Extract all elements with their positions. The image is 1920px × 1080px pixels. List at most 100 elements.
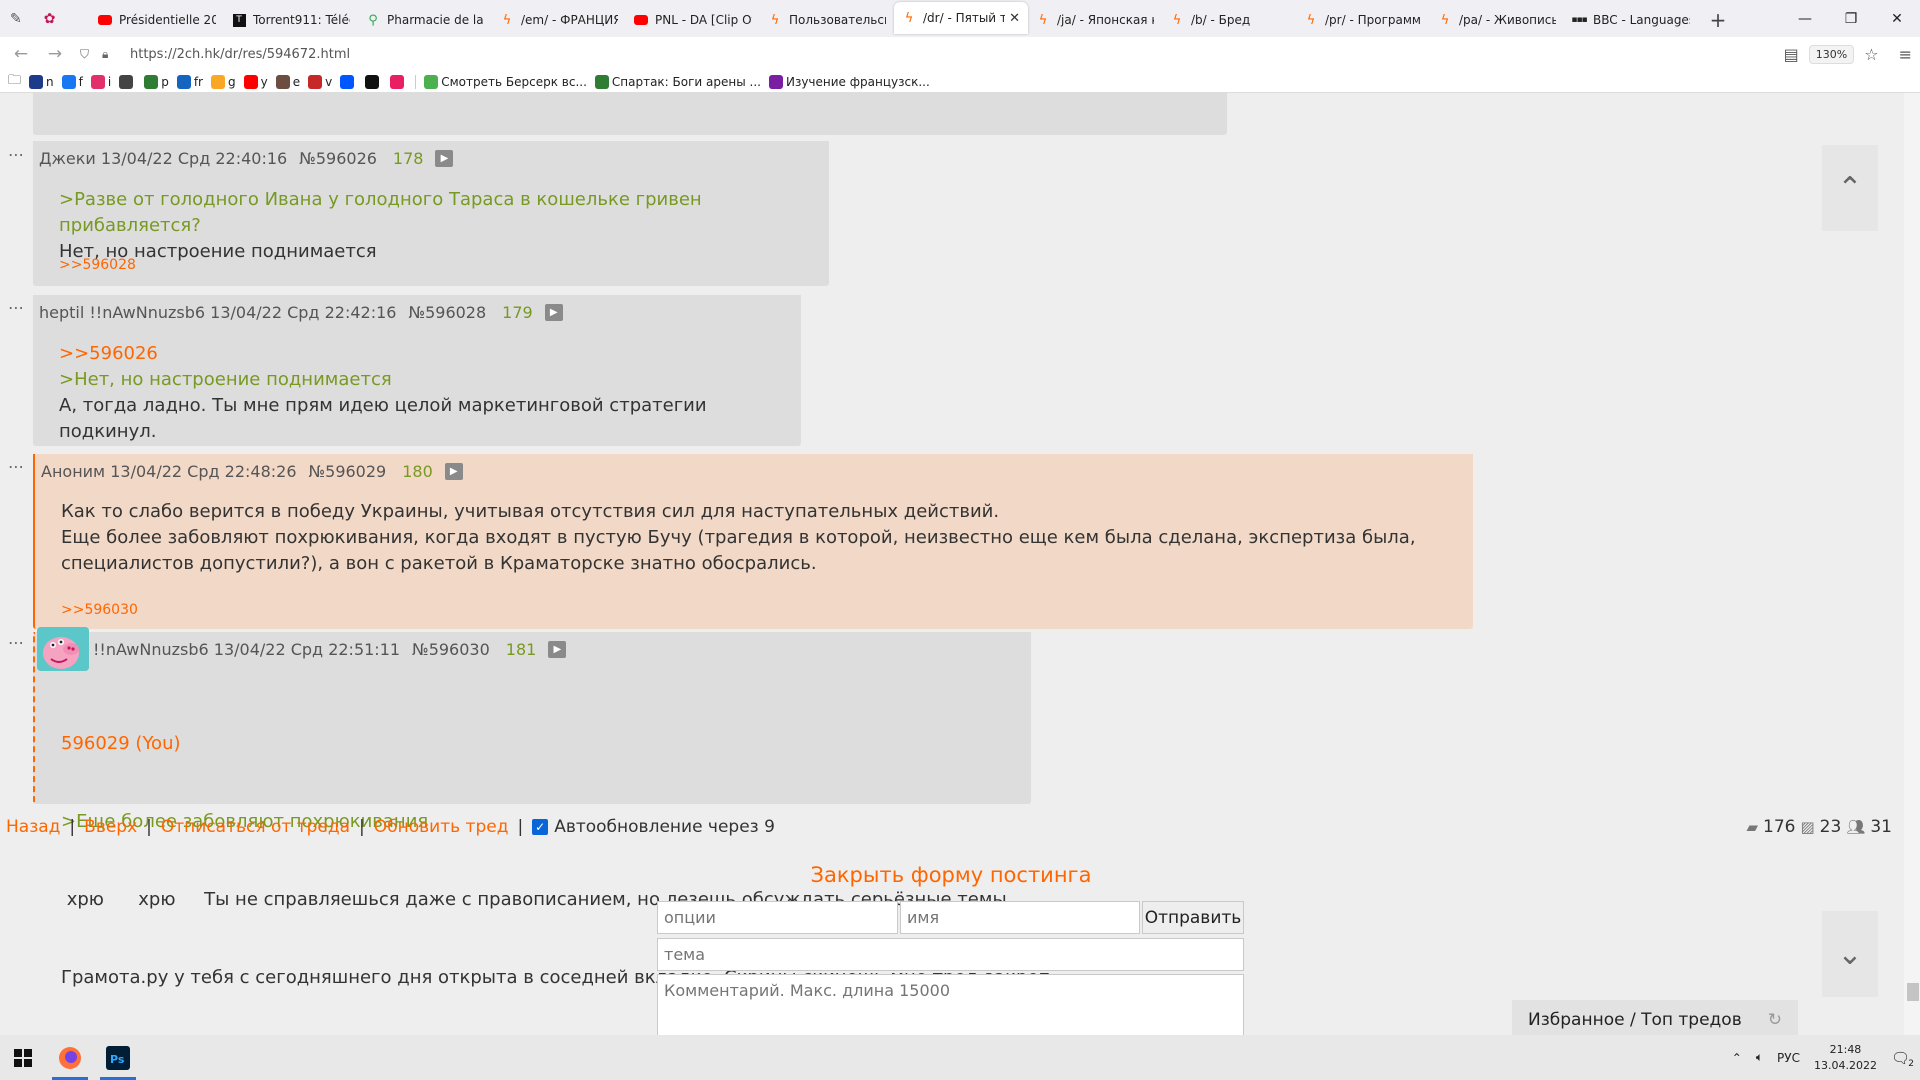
bookmark-item[interactable]: Изучение французск... <box>768 74 930 89</box>
post-number[interactable]: №596028 <box>408 303 486 322</box>
browser-tab[interactable]: ϟ Пользовательск <box>760 3 894 37</box>
browser-tab[interactable]: ϟ/ja/ - Японская к <box>1028 3 1162 37</box>
refresh-icon[interactable]: ↻ <box>1768 1010 1782 1030</box>
play-icon[interactable]: ▶ <box>444 463 463 480</box>
bookmark-item[interactable] <box>365 74 382 89</box>
bookmark-item[interactable]: n <box>29 74 54 89</box>
bookmark-label: f <box>78 74 83 89</box>
scrollbar-thumb[interactable] <box>1907 983 1919 1001</box>
favorites-panel-button[interactable]: Избранное / Топ тредов ↻ <box>1512 1000 1798 1035</box>
back-arrow-icon[interactable]: ← <box>8 41 34 67</box>
send-button[interactable]: Отправить <box>1142 901 1244 934</box>
post-menu-icon[interactable]: ⋯ <box>8 145 25 164</box>
firefox-taskbar-button[interactable] <box>46 1035 94 1080</box>
comment-textarea[interactable] <box>657 974 1244 1035</box>
images-count-icon: ▨ <box>1800 818 1815 836</box>
unsubscribe-link[interactable]: Отписаться от треда <box>161 817 350 837</box>
menu-icon[interactable]: ≡ <box>1899 45 1912 64</box>
tab-title: /ja/ - Японская к <box>1057 13 1154 27</box>
folder-icon[interactable]: 🗀︎ <box>8 71 21 93</box>
auto-update-checkbox[interactable]: ✓ <box>532 819 549 835</box>
quote-link[interactable]: >>596026 <box>59 341 801 367</box>
browser-tab[interactable]: PNL - DA [Clip Of <box>626 3 760 37</box>
clock[interactable]: 21:48 13.04.2022 <box>1814 1042 1877 1074</box>
scroll-up-button[interactable]: ⌃ <box>1822 145 1878 231</box>
post-header: Аноним 13/04/22 Срд 22:48:26 №596029 180… <box>41 462 463 481</box>
browser-tab[interactable]: ⚲ Pharmacie de la P <box>358 3 492 37</box>
browser-tab[interactable]: ϟ/dr/ - Пятый т ✕ <box>894 2 1028 34</box>
post-menu-icon[interactable]: ⋯ <box>8 457 25 476</box>
refresh-thread-link[interactable]: Обновить тред <box>374 817 509 837</box>
url-text[interactable]: https://2ch.hk/dr/res/594672.html <box>130 47 350 62</box>
reply-link[interactable]: >>596030 <box>61 602 138 618</box>
bookmark-item[interactable]: g <box>211 74 236 89</box>
shield-icon[interactable]: ⛉ <box>80 47 96 62</box>
window-controls: — ❐ ✕ <box>1782 0 1920 37</box>
browser-tab[interactable]: T Torrent911: Téléch <box>224 3 358 37</box>
up-link[interactable]: Вверх <box>84 817 137 837</box>
scroll-down-button[interactable]: ⌄ <box>1822 911 1878 997</box>
browser-tab[interactable]: ϟ/pr/ - Программ <box>1296 3 1430 37</box>
quote-link[interactable]: 596029 (You) <box>61 731 1056 757</box>
browser-tab[interactable]: ϟ/b/ - Бред <box>1162 3 1296 37</box>
bookmark-item[interactable]: Смотреть Берсерк вс... <box>424 74 587 89</box>
nav-right-tools: ▤ 130% ☆ ≡ <box>1784 42 1912 66</box>
zoom-level[interactable]: 130% <box>1808 44 1855 64</box>
address-bar[interactable]: ⛉ 🔒︎ https://2ch.hk/dr/res/594672.html <box>80 42 1860 66</box>
subject-input[interactable] <box>657 938 1244 971</box>
reply-link[interactable]: >>596028 <box>59 257 136 273</box>
tray-expand-icon[interactable]: ⌃ <box>1732 1051 1742 1065</box>
back-link[interactable]: Назад <box>6 817 60 837</box>
options-input[interactable] <box>657 901 898 934</box>
lock-icon[interactable]: 🔒︎ <box>102 47 118 62</box>
post-number[interactable]: №596029 <box>309 462 387 481</box>
photoshop-taskbar-button[interactable]: Ps <box>94 1035 142 1080</box>
new-tab-button[interactable]: + <box>1698 3 1738 37</box>
avatar[interactable] <box>37 627 89 671</box>
bookmark-favicon-icon <box>176 74 191 89</box>
language-indicator[interactable]: РУС <box>1777 1051 1800 1065</box>
play-icon[interactable]: ▶ <box>548 641 567 658</box>
minimize-icon[interactable]: — <box>1782 0 1828 37</box>
play-icon[interactable]: ▶ <box>435 150 454 167</box>
bookmark-item[interactable]: Спартак: Боги арены ... <box>594 74 761 89</box>
windows-start-button[interactable] <box>0 1035 46 1080</box>
bookmark-item[interactable]: y <box>243 74 268 89</box>
browser-tab[interactable]: ϟ/pa/ - Живопись <box>1430 3 1564 37</box>
notifications-icon[interactable]: 🗨︎ 2 <box>1891 1049 1914 1069</box>
browser-tab[interactable]: ▪▪▪ BBC - Languages <box>1564 3 1698 37</box>
bookmark-item[interactable]: e <box>275 74 300 89</box>
bookmark-item[interactable] <box>340 74 357 89</box>
post-number[interactable]: №596026 <box>299 149 377 168</box>
bookmark-item[interactable]: v <box>308 74 332 89</box>
page-scrollbar[interactable] <box>1904 93 1920 1035</box>
text-line: А, тогда ладно. Ты мне прям идею целой м… <box>59 395 707 442</box>
bookmark-item[interactable] <box>119 74 136 89</box>
volume-icon[interactable]: 🔈︎ <box>1756 1050 1763 1065</box>
thread-page: ⋯ Джеки 13/04/22 Срд 22:40:16 №596026 17… <box>0 93 1920 1035</box>
bookmark-item[interactable] <box>390 74 407 89</box>
post-menu-icon[interactable]: ⋯ <box>8 298 25 317</box>
bookmark-star-icon[interactable]: ☆ <box>1864 45 1878 64</box>
post-number[interactable]: №596030 <box>412 640 490 659</box>
reader-view-icon[interactable]: ▤ <box>1784 45 1799 64</box>
bookmark-item[interactable]: fr <box>176 74 203 89</box>
browser-tab[interactable]: ϟ/em/ - ФРАНЦИЯ <box>492 3 626 37</box>
tab-title: BBC - Languages <box>1593 13 1690 27</box>
pin-icon[interactable]: ✎ <box>10 11 22 27</box>
browser-tab[interactable]: Présidentielle 202 <box>90 3 224 37</box>
bookmark-item[interactable]: i <box>90 74 111 89</box>
bookmark-item[interactable]: f <box>61 74 83 89</box>
play-icon[interactable]: ▶ <box>544 304 563 321</box>
restore-icon[interactable]: ❐ <box>1828 0 1874 37</box>
post-menu-icon[interactable]: ⋯ <box>8 633 25 652</box>
close-tab-icon[interactable]: ✕ <box>1009 11 1020 26</box>
close-post-form-link[interactable]: Закрыть форму постинга <box>0 863 1902 887</box>
name-input[interactable] <box>900 901 1140 934</box>
close-window-icon[interactable]: ✕ <box>1874 0 1920 37</box>
tab-title: /dr/ - Пятый т <box>923 11 1006 25</box>
bookmark-item[interactable]: p <box>144 74 169 89</box>
extension-icon[interactable]: ✿ <box>44 11 56 27</box>
bookmark-favicon-icon <box>365 74 380 89</box>
forward-arrow-icon[interactable]: → <box>42 41 68 67</box>
